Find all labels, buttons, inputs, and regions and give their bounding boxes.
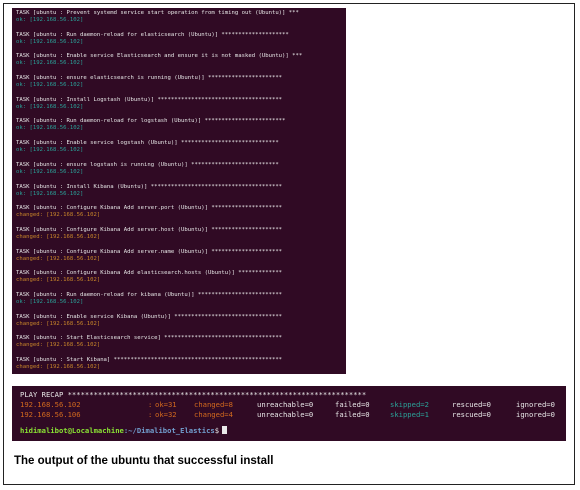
task-entry: TASK [ubuntu : Configure Kibana Add serv… (16, 205, 346, 219)
task-entry: TASK [ubuntu : Install Kibana (Ubuntu)] … (16, 184, 346, 198)
task-result: changed: [192.168.56.102] (16, 342, 101, 349)
recap-colon: : (148, 400, 153, 409)
task-entry: TASK [ubuntu : ensure logstash is runnin… (16, 162, 346, 176)
task-line: TASK [ubuntu : Run daemon-reload for ela… (16, 31, 289, 38)
task-result: ok: [192.168.56.102] (16, 190, 84, 197)
task-entry: TASK [ubuntu : Install Logstash (Ubuntu)… (16, 97, 346, 111)
task-entry: TASK [ubuntu : Run daemon-reload for ela… (16, 32, 346, 46)
recap-failed: failed=0 (335, 410, 370, 419)
task-result: changed: [192.168.56.102] (16, 320, 101, 327)
task-line: TASK [ubuntu : Start Kibana] ***********… (16, 357, 283, 363)
recap-ok: ok=32 (155, 410, 177, 419)
recap-ok: ok=31 (155, 400, 177, 409)
task-line: TASK [ubuntu : Run daemon-reload for log… (16, 118, 286, 125)
task-result: ok: [192.168.56.102] (16, 38, 84, 45)
terminal-cursor (222, 426, 228, 434)
recap-host: 192.168.56.106 (20, 410, 81, 419)
task-line: TASK [ubuntu : Configure Kibana Add serv… (16, 205, 283, 212)
recap-changed: changed=4 (194, 410, 233, 419)
task-result: ok: [192.168.56.102] (16, 103, 84, 110)
task-result: changed: [192.168.56.102] (16, 255, 101, 262)
task-line: TASK [ubuntu : Configure Kibana Add serv… (16, 248, 283, 255)
figure-frame: TASK [ubuntu : Prevent systemd service s… (3, 3, 575, 485)
recap-rescued: rescued=0 (452, 410, 491, 419)
task-line: TASK [ubuntu : ensure elasticsearch is r… (16, 75, 283, 82)
task-line: TASK [ubuntu : Enable service Elasticsea… (16, 53, 303, 60)
task-line: TASK [ubuntu : ensure logstash is runnin… (16, 161, 279, 168)
recap-failed: failed=0 (335, 400, 370, 409)
task-line: TASK [ubuntu : Run daemon-reload for kib… (16, 291, 283, 298)
task-result: changed: [192.168.56.102] (16, 212, 101, 219)
task-result: ok: [192.168.56.102] (16, 125, 84, 132)
task-line: TASK [ubuntu : Prevent systemd service s… (16, 10, 299, 16)
recap-host: 192.168.56.102 (20, 400, 81, 409)
recap-unreachable: unreachable=0 (257, 400, 314, 409)
play-recap-terminal[interactable]: PLAY RECAP *****************************… (12, 386, 566, 441)
task-result: changed: [192.168.56.102] (16, 364, 101, 370)
task-line: TASK [ubuntu : Enable service logstash (… (16, 140, 279, 147)
task-entry: TASK [ubuntu : ensure elasticsearch is r… (16, 75, 346, 89)
recap-rescued: rescued=0 (452, 400, 491, 409)
task-result: changed: [192.168.56.102] (16, 277, 101, 284)
recap-title: PLAY RECAP *****************************… (20, 390, 367, 399)
ansible-task-terminal[interactable]: TASK [ubuntu : Prevent systemd service s… (12, 8, 346, 374)
task-entry: TASK [ubuntu : Configure Kibana Add serv… (16, 227, 346, 241)
task-entry: TASK [ubuntu : Start Kibana] ***********… (16, 357, 346, 371)
recap-ignored: ignored=0 (516, 410, 555, 419)
recap-skipped: skipped=2 (390, 400, 429, 409)
task-result: changed: [192.168.56.102] (16, 233, 101, 240)
task-entry: TASK [ubuntu : Configure Kibana Add elas… (16, 270, 346, 284)
prompt-path: :~/Dimalibot_Elastics (123, 426, 215, 435)
task-entry: TASK [ubuntu : Enable service Elasticsea… (16, 53, 346, 67)
recap-ignored: ignored=0 (516, 400, 555, 409)
task-entry: TASK [ubuntu : Enable service logstash (… (16, 140, 346, 154)
task-log: TASK [ubuntu : Prevent systemd service s… (16, 10, 346, 371)
recap-skipped: skipped=1 (390, 410, 429, 419)
task-line: TASK [ubuntu : Install Kibana (Ubuntu)] … (16, 183, 283, 190)
task-result: ok: [192.168.56.102] (16, 147, 84, 154)
recap-row: 192.168.56.102 : ok=31 changed=8 unreach… (20, 400, 566, 410)
task-result: ok: [192.168.56.102] (16, 168, 84, 175)
task-line: TASK [ubuntu : Install Logstash (Ubuntu)… (16, 96, 283, 103)
task-entry: TASK [ubuntu : Run daemon-reload for kib… (16, 292, 346, 306)
recap-row: 192.168.56.106 : ok=32 changed=4 unreach… (20, 410, 566, 420)
figure-caption: The output of the ubuntu that successful… (14, 455, 274, 467)
shell-prompt[interactable]: hidimalibot@Localmachine:~/Dimalibot_Ela… (20, 426, 566, 436)
recap-changed: changed=8 (194, 400, 233, 409)
task-line: TASK [ubuntu : Enable service Kibana (Ub… (16, 313, 283, 320)
task-result: ok: [192.168.56.102] (16, 60, 84, 67)
task-entry: TASK [ubuntu : Run daemon-reload for log… (16, 118, 346, 132)
task-result: ok: [192.168.56.102] (16, 298, 84, 305)
recap-colon: : (148, 410, 153, 419)
recap-unreachable: unreachable=0 (257, 410, 314, 419)
task-entry: TASK [ubuntu : Enable service Kibana (Ub… (16, 314, 346, 328)
task-result: ok: [192.168.56.102] (16, 82, 84, 89)
task-result: ok: [192.168.56.102] (16, 17, 84, 23)
task-entry: TASK [ubuntu : Configure Kibana Add serv… (16, 249, 346, 263)
task-entry: TASK [ubuntu : Start Elasticsearch servi… (16, 335, 346, 349)
task-line: TASK [ubuntu : Start Elasticsearch servi… (16, 335, 283, 342)
prompt-symbol: $ (214, 426, 220, 435)
task-line: TASK [ubuntu : Configure Kibana Add elas… (16, 270, 283, 277)
task-entry: TASK [ubuntu : Prevent systemd service s… (16, 10, 346, 24)
task-line: TASK [ubuntu : Configure Kibana Add serv… (16, 226, 283, 233)
